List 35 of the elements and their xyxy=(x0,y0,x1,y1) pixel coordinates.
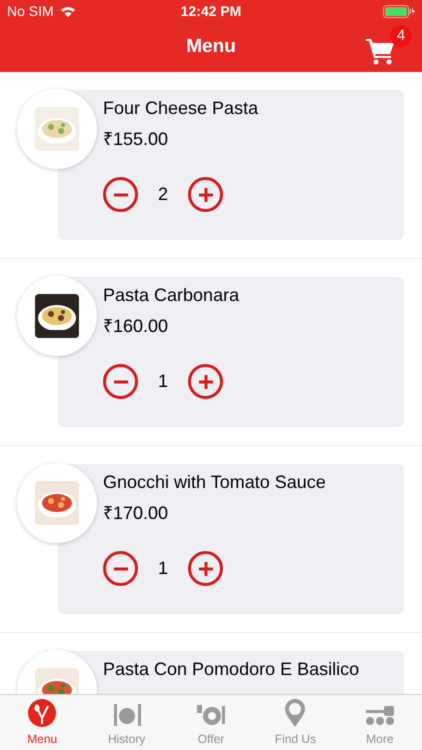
tab-item[interactable]: Find Us xyxy=(253,695,338,750)
item-name: Gnocchi with Tomato Sauce xyxy=(103,471,327,494)
page-title: Menu xyxy=(186,34,236,59)
location-pin-icon xyxy=(284,698,306,728)
item-name: Pasta Con Pomodoro E Basilico xyxy=(103,658,360,681)
tab-item[interactable]: More xyxy=(338,695,422,750)
increase-button[interactable] xyxy=(188,551,224,586)
plus-icon xyxy=(198,562,213,576)
item-price: ₹155.00 xyxy=(103,128,170,151)
carrier-label: No SIM xyxy=(7,2,54,20)
item-name: Four Cheese Pasta xyxy=(103,97,260,120)
plus-icon xyxy=(198,374,213,388)
decrease-button[interactable] xyxy=(103,177,138,212)
decrease-button[interactable] xyxy=(103,551,138,586)
tab-item[interactable]: Menu xyxy=(0,695,84,750)
increase-button[interactable] xyxy=(188,177,224,212)
item-price: ₹160.00 xyxy=(103,315,170,338)
plus-icon xyxy=(198,188,213,202)
item-name: Pasta Carbonara xyxy=(103,284,240,307)
wifi-icon xyxy=(60,6,76,16)
battery-icon xyxy=(383,4,415,18)
quantity-value: 1 xyxy=(158,557,168,580)
item-price: ₹170.00 xyxy=(103,502,170,525)
tab-item[interactable]: History xyxy=(84,695,169,750)
cart-count-badge: 4 xyxy=(390,25,412,47)
quantity-value: 2 xyxy=(158,183,168,206)
decrease-button[interactable] xyxy=(103,364,138,399)
quantity-value: 1 xyxy=(158,370,168,393)
increase-button[interactable] xyxy=(188,364,224,399)
tab-item[interactable]: Offer xyxy=(168,695,254,750)
plate-cutlery-icon xyxy=(112,702,142,728)
cart-icon xyxy=(366,37,396,65)
clock-time: 12:42 PM xyxy=(180,2,242,20)
fork-spoon-icon xyxy=(27,698,58,728)
plate-icon xyxy=(196,702,226,728)
